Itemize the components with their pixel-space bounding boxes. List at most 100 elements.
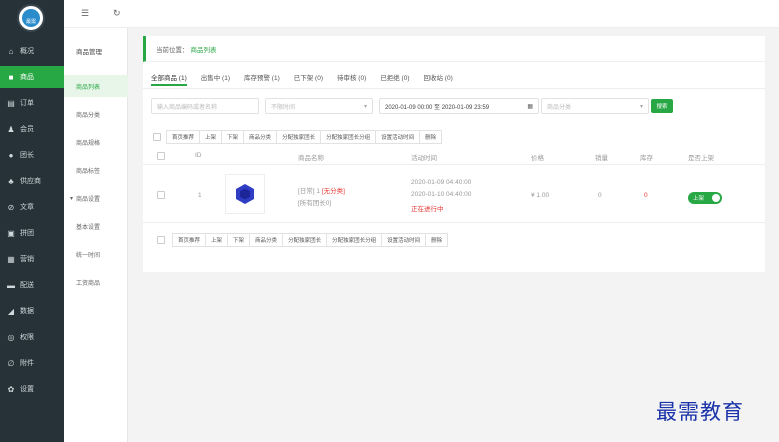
sidebar-item-articles[interactable]: ⊘ 文章 [0,196,64,218]
category-button[interactable]: 商品分类 [243,130,278,144]
tab-on-sale[interactable]: 出售中 (1) [201,72,230,86]
sub-sidebar: 商品管理 商品列表 商品分类 商品规格 商品标签 ▾ 商品设置 基本设置 统一时间… [64,0,128,442]
sidebar-item-attachments[interactable]: ∅ 附件 [0,352,64,374]
category-value: 商品分类 [547,104,572,111]
row-id: 1 [198,192,202,199]
recommend-button[interactable]: 首页推荐 [172,233,207,247]
shelve-button[interactable]: 上架 [205,233,229,247]
column-stock: 库存 [640,155,653,162]
shelve-button[interactable]: 上架 [199,130,223,144]
assign-leader-button[interactable]: 分配独家团长 [276,130,322,144]
sidebar-item-leaders[interactable]: ● 团长 [0,144,64,166]
select-all-checkbox-bottom[interactable] [157,236,165,244]
subnav-group-goods-settings[interactable]: ▾ 商品设置 [64,187,128,209]
product-thumbnail[interactable] [225,174,265,214]
sidebar-item-members[interactable]: ♟ 会员 [0,118,64,140]
product-image [236,184,254,204]
select-all-checkbox[interactable] [153,133,161,141]
assign-leader-group-button[interactable]: 分配独家团长分组 [320,130,377,144]
subnav-item-wage-goods[interactable]: 工资商品 [64,271,128,293]
subnav-item-goods-tag[interactable]: 商品标签 [64,159,128,181]
circle-icon: ● [8,150,14,160]
sidebar-item-suppliers[interactable]: ♣ 供应商 [0,170,64,192]
subnav-group-label: 商品设置 [76,196,101,203]
product-name[interactable]: [日常] 1 [无分类] [298,185,345,195]
sidebar-item-label: 配送 [20,282,34,289]
subnav-header: 商品管理 [76,49,102,56]
category-select[interactable]: 商品分类 ▾ [541,98,649,114]
bulk-actions-top: 首页推荐 上架 下架 商品分类 分配独家团长 分配独家团长分组 设置活动时间 删… [166,130,443,144]
subnav-item-unified-time[interactable]: 统一时间 [64,243,128,265]
sidebar-item-group-buy[interactable]: ▣ 拼团 [0,222,64,244]
column-id: ID [195,152,202,159]
sidebar-item-label: 附件 [20,360,34,367]
listed-toggle[interactable]: 上架 [688,192,722,204]
delete-button[interactable]: 删除 [419,130,443,144]
sidebar-item-data[interactable]: ◢ 数据 [0,300,64,322]
menu-icon[interactable]: ☰ [81,8,89,19]
sidebar-item-label: 营销 [20,256,34,263]
category-button[interactable]: 商品分类 [249,233,284,247]
logo[interactable]: 最需 [17,4,45,32]
delete-button[interactable]: 删除 [425,233,449,247]
sidebar-item-orders[interactable]: ▤ 订单 [0,92,64,114]
set-activity-time-button[interactable]: 设置活动时间 [381,233,427,247]
date-range-input[interactable]: 2020-01-09 00:00 至 2020-01-09 23:59 ▦ [379,98,539,114]
tab-off-shelf[interactable]: 已下架 (0) [294,72,323,86]
sidebar-item-goods[interactable]: ■ 商品 [0,66,64,88]
sidebar-item-delivery[interactable]: ▬ 配送 [0,274,64,296]
activity-end-time: 2020-01-10 04:40:00 [411,191,472,198]
toggle-label: 上架 [693,196,705,202]
row-divider [143,222,765,223]
assign-leader-group-button[interactable]: 分配独家团长分组 [326,233,383,247]
tab-pending-review[interactable]: 待审核 (0) [337,72,366,86]
refresh-icon[interactable]: ↻ [113,8,121,19]
lock-icon: ◎ [7,332,15,342]
sidebar-item-permissions[interactable]: ◎ 权限 [0,326,64,348]
set-activity-time-button[interactable]: 设置活动时间 [375,130,421,144]
chevron-down-icon: ▾ [639,103,643,110]
truck-icon: ▬ [7,280,15,290]
main-panel: 当前位置： 商品列表 全部商品 (1) 出售中 (1) 库存预警 (1) 已下架… [143,36,765,272]
keyword-search-input[interactable]: 输入商品编码或者名称 [151,98,259,114]
header-checkbox[interactable] [157,152,165,160]
sidebar-item-label: 会员 [20,126,34,133]
tab-stock-warning[interactable]: 库存预警 (1) [244,72,280,86]
search-button[interactable]: 搜索 [651,99,673,113]
sidebar-item-label: 拼团 [20,230,34,237]
subnav-item-goods-category[interactable]: 商品分类 [64,103,128,125]
subnav-item-goods-list[interactable]: 商品列表 [64,75,128,97]
tab-rejected[interactable]: 已拒绝 (0) [380,72,409,86]
sidebar-item-label: 概况 [20,48,34,55]
tab-recycle-bin[interactable]: 回收站 (0) [424,72,453,86]
sidebar-item-label: 设置 [20,386,34,393]
sidebar-item-overview[interactable]: ⌂ 概况 [0,40,64,62]
sidebar-item-label: 订单 [20,100,34,107]
product-sales: 0 [598,192,602,199]
breadcrumb-current[interactable]: 商品列表 [191,44,217,54]
date-range-value: 2020-01-09 00:00 至 2020-01-09 23:59 [385,104,490,111]
time-filter-value: 不限时间 [271,104,296,111]
assign-leader-button[interactable]: 分配独家团长 [282,233,328,247]
sidebar-item-settings[interactable]: ✿ 设置 [0,378,64,400]
sidebar-item-label: 权限 [20,334,34,341]
top-bar: ☰ ↻ [64,0,779,28]
sidebar-item-label: 数据 [20,308,34,315]
bulk-actions-bottom: 首页推荐 上架 下架 商品分类 分配独家团长 分配独家团长分组 设置活动时间 删… [172,233,449,247]
product-stock: 0 [644,192,648,199]
recommend-button[interactable]: 首页推荐 [166,130,201,144]
sidebar-item-label: 商品 [20,74,34,81]
subnav-item-basic-settings[interactable]: 基本设置 [64,215,128,237]
time-filter-select[interactable]: 不限时间 ▾ [265,98,373,114]
sidebar-item-marketing[interactable]: ▦ 营销 [0,248,64,270]
compass-icon: ⊘ [7,202,15,212]
unshelve-button[interactable]: 下架 [221,130,245,144]
tab-all[interactable]: 全部商品 (1) [151,72,187,86]
product-name-prefix: [日常] 1 [298,188,322,195]
tabs-divider [143,88,765,89]
main-sidebar: 最需 ⌂ 概况 ■ 商品 ▤ 订单 ♟ 会员 ● 团长 ♣ 供应商 ⊘ 文章 ▣ 拼团 ▦ 营销 … [0,0,64,442]
unshelve-button[interactable]: 下架 [227,233,251,247]
subnav-item-goods-spec[interactable]: 商品规格 [64,131,128,153]
table-header-divider [143,164,765,165]
row-checkbox[interactable] [157,191,165,199]
